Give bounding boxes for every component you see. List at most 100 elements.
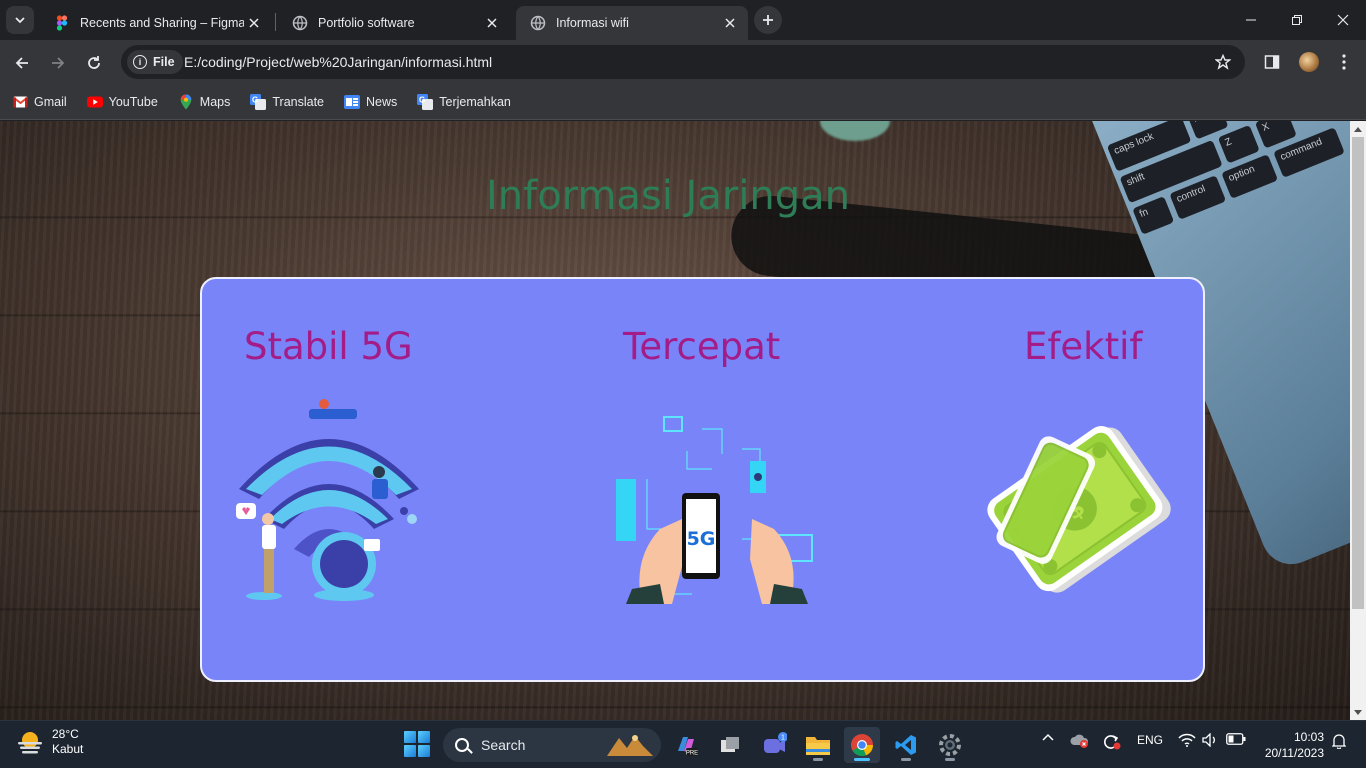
- forward-button[interactable]: [43, 48, 73, 78]
- tray-notifications[interactable]: [1330, 733, 1348, 749]
- bookmark-label: Terjemahkan: [439, 95, 511, 109]
- kebab-menu-icon: [1342, 54, 1346, 70]
- search-icon: [455, 738, 469, 752]
- avatar: [1299, 52, 1319, 72]
- close-window-button[interactable]: [1320, 0, 1366, 40]
- cloud-error-icon: [1070, 734, 1089, 748]
- minimize-button[interactable]: [1228, 0, 1274, 40]
- taskbar-file-explorer[interactable]: [800, 727, 836, 763]
- minimize-icon: [1246, 19, 1256, 21]
- chevron-down-icon: [15, 17, 25, 24]
- translate-icon: G: [417, 94, 434, 110]
- copilot-icon: PRE: [678, 737, 698, 757]
- bookmark-translate[interactable]: G Translate: [250, 94, 324, 110]
- tab-informasi-wifi[interactable]: Informasi wifi: [516, 6, 748, 40]
- windows-logo-tile: [404, 745, 416, 757]
- teams-meet-icon: 1: [764, 732, 787, 753]
- running-indicator: [813, 758, 823, 761]
- taskbar-search[interactable]: Search: [443, 728, 661, 762]
- running-indicator: [945, 758, 955, 761]
- taskbar-teams[interactable]: 1: [756, 727, 792, 763]
- arrow-right-icon: [52, 57, 65, 69]
- fog-sun-icon: [18, 732, 42, 754]
- sync-alert-icon: [1104, 735, 1121, 750]
- profile-button[interactable]: [1297, 50, 1321, 74]
- new-tab-button[interactable]: [754, 6, 782, 34]
- start-button[interactable]: [404, 731, 430, 757]
- maps-pin-icon: [178, 94, 194, 110]
- weather-widget[interactable]: 28°C Kabut: [16, 727, 83, 757]
- bookmark-youtube[interactable]: YouTube: [86, 94, 158, 110]
- address-bar[interactable]: i File E:/coding/Project/web%20Jaringan/…: [121, 45, 1245, 79]
- scroll-thumb[interactable]: [1352, 137, 1364, 609]
- side-panel-button[interactable]: [1260, 50, 1284, 74]
- taskbar-chrome[interactable]: [844, 727, 880, 763]
- tab-portfolio[interactable]: Portfolio software: [278, 6, 510, 40]
- tray-wifi[interactable]: [1178, 733, 1196, 747]
- tray-onedrive[interactable]: [1070, 733, 1090, 749]
- back-button[interactable]: [7, 48, 37, 78]
- tab-figma[interactable]: Recents and Sharing – Figma: [40, 6, 272, 40]
- search-highlight-icon: [607, 735, 653, 756]
- page-title: Informasi Jaringan: [485, 173, 851, 219]
- bookmark-label: YouTube: [108, 95, 158, 109]
- close-icon[interactable]: [482, 13, 502, 33]
- phone-5g-label: 5G: [687, 528, 716, 550]
- browser-toolbar: i File E:/coding/Project/web%20Jaringan/…: [0, 40, 1366, 85]
- gmail-icon: [12, 94, 28, 110]
- translate-icon: G: [250, 94, 267, 110]
- weather-condition: Kabut: [52, 742, 84, 756]
- taskbar-task-view[interactable]: [712, 727, 748, 763]
- clock-date: 20/11/2023: [1264, 746, 1324, 760]
- reload-button[interactable]: [79, 48, 109, 78]
- tray-battery[interactable]: [1226, 733, 1246, 745]
- weather-temp: 28°C: [52, 727, 79, 741]
- tab-title: Informasi wifi: [556, 16, 629, 30]
- taskbar-vscode[interactable]: [888, 727, 924, 763]
- task-view-icon: [721, 737, 739, 752]
- close-icon[interactable]: [244, 13, 264, 33]
- speaker-icon: [1202, 733, 1215, 747]
- taskbar-copilot[interactable]: PRE: [668, 727, 704, 763]
- plus-icon: [763, 15, 773, 25]
- tray-sync[interactable]: [1101, 733, 1121, 751]
- figma-icon: [56, 15, 68, 31]
- scroll-down-arrow[interactable]: [1350, 704, 1366, 720]
- bookmark-gmail[interactable]: Gmail: [12, 94, 67, 110]
- tray-overflow-button[interactable]: [1040, 733, 1056, 741]
- bookmark-star-button[interactable]: [1213, 52, 1233, 72]
- running-indicator: [854, 758, 870, 761]
- svg-text:G: G: [419, 96, 425, 105]
- feature-card: Stabil 5G Tercepat Efektif 5G $: [200, 277, 1205, 682]
- restore-button[interactable]: [1274, 0, 1320, 40]
- windows-logo-tile: [418, 731, 430, 743]
- bookmark-terjemahkan[interactable]: G Terjemahkan: [417, 94, 511, 110]
- menu-button[interactable]: [1332, 50, 1356, 74]
- page-scrollbar[interactable]: [1350, 121, 1366, 720]
- scheme-label: File: [153, 55, 175, 69]
- tray-language[interactable]: ENG: [1134, 733, 1166, 747]
- tab-search-button[interactable]: [6, 6, 34, 34]
- wifi-icon: [1178, 733, 1196, 747]
- side-panel-icon: [1264, 55, 1280, 69]
- page-viewport: caps lock A shift Z X fn control option …: [0, 121, 1350, 720]
- wifi-people-illustration: [236, 399, 419, 601]
- scroll-up-arrow[interactable]: [1350, 121, 1366, 137]
- close-icon[interactable]: [720, 13, 740, 33]
- news-icon: [344, 94, 361, 110]
- bell-icon: [1332, 734, 1346, 749]
- bookmark-news[interactable]: News: [344, 94, 397, 110]
- star-icon: [1215, 54, 1231, 70]
- site-info-chip[interactable]: i File: [127, 50, 183, 74]
- file-explorer-icon: [806, 737, 830, 755]
- tab-separator: [275, 13, 276, 31]
- tab-title: Portfolio software: [318, 16, 415, 30]
- tray-volume[interactable]: [1201, 733, 1219, 747]
- url-text[interactable]: E:/coding/Project/web%20Jaringan/informa…: [184, 54, 492, 70]
- bookmark-maps[interactable]: Maps: [178, 94, 230, 110]
- triangle-up-icon: [1354, 126, 1362, 132]
- svg-text:G: G: [252, 96, 258, 105]
- chevron-up-icon: [1042, 733, 1054, 741]
- taskbar-clock[interactable]: 10:03 20/11/2023: [1254, 729, 1324, 761]
- taskbar-settings[interactable]: [932, 727, 968, 763]
